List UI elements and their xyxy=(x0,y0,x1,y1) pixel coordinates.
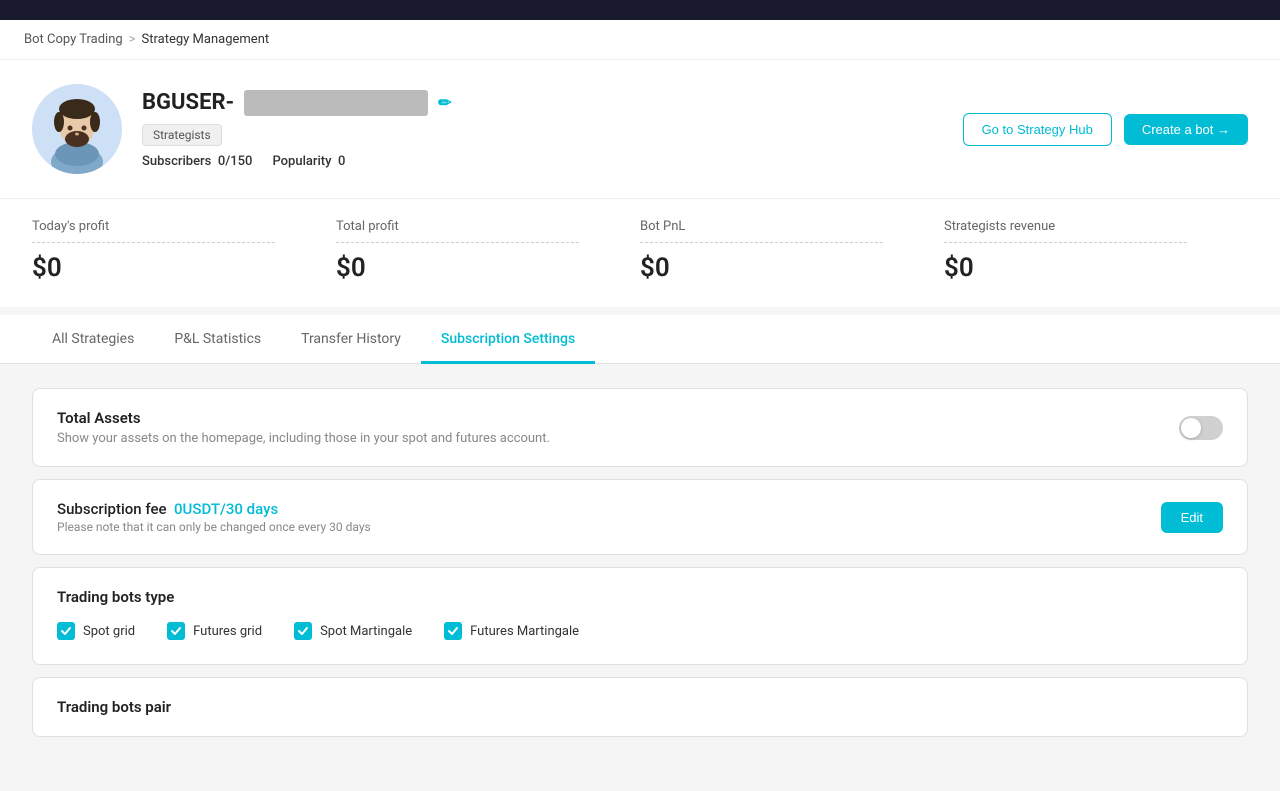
breadcrumb-separator: > xyxy=(129,32,136,47)
total-assets-card: Total Assets Show your assets on the hom… xyxy=(32,388,1248,467)
stat-divider xyxy=(32,242,275,243)
trading-bots-pair-card: Trading bots pair xyxy=(32,677,1248,737)
popularity-label: Popularity xyxy=(272,154,331,169)
stat-bot-pnl-value: $0 xyxy=(640,253,944,283)
checkbox-spot-grid-box xyxy=(57,622,75,640)
total-assets-section: Total Assets Show your assets on the hom… xyxy=(33,389,1247,466)
subscription-fee-card: Subscription fee 0USDT/30 days Please no… xyxy=(32,479,1248,555)
breadcrumb: Bot Copy Trading > Strategy Management xyxy=(0,20,1280,60)
trading-bots-pair-section: Trading bots pair xyxy=(33,678,1247,736)
avatar xyxy=(32,84,122,174)
checkbox-spot-martingale[interactable]: Spot Martingale xyxy=(294,622,412,640)
subscription-fee-section: Subscription fee 0USDT/30 days Please no… xyxy=(33,480,1247,554)
profile-stats: Subscribers 0/150 Popularity 0 xyxy=(142,154,452,169)
subscribers-label: Subscribers xyxy=(142,154,211,169)
tab-all-strategies[interactable]: All Strategies xyxy=(32,315,154,364)
popularity-stat: Popularity 0 xyxy=(272,154,345,169)
subscription-fee-left: Subscription fee 0USDT/30 days Please no… xyxy=(57,500,371,534)
total-assets-toggle[interactable] xyxy=(1179,416,1223,440)
subscription-fee-note: Please note that it can only be changed … xyxy=(57,520,371,534)
total-assets-desc: Show your assets on the homepage, includ… xyxy=(57,431,550,446)
checkbox-futures-martingale-label: Futures Martingale xyxy=(470,624,579,639)
stat-todays-profit: Today's profit $0 xyxy=(32,219,336,283)
tab-transfer-history[interactable]: Transfer History xyxy=(281,315,421,364)
trading-bots-type-title: Trading bots type xyxy=(57,588,1223,606)
stat-total-profit-label: Total profit xyxy=(336,219,640,234)
checkbox-spot-grid-label: Spot grid xyxy=(83,624,135,639)
trading-bots-type-card: Trading bots type Spot grid xyxy=(32,567,1248,665)
stat-strategists-revenue-label: Strategists revenue xyxy=(944,219,1248,234)
checkbox-futures-martingale[interactable]: Futures Martingale xyxy=(444,622,579,640)
stat-total-profit: Total profit $0 xyxy=(336,219,640,283)
edit-subscription-fee-button[interactable]: Edit xyxy=(1161,502,1223,533)
checkbox-futures-grid[interactable]: Futures grid xyxy=(167,622,262,640)
checkboxes-row: Spot grid Futures grid xyxy=(57,606,1223,644)
stat-bot-pnl-label: Bot PnL xyxy=(640,219,944,234)
popularity-value: 0 xyxy=(338,154,345,169)
total-assets-left: Total Assets Show your assets on the hom… xyxy=(57,409,550,446)
tab-pnl-statistics[interactable]: P&L Statistics xyxy=(154,315,281,364)
profile-username: BGUSER- ██████████ ✏ xyxy=(142,90,452,116)
checkbox-futures-grid-label: Futures grid xyxy=(193,624,262,639)
go-to-strategy-hub-button[interactable]: Go to Strategy Hub xyxy=(963,113,1112,146)
stat-todays-profit-value: $0 xyxy=(32,253,336,283)
stat-strategists-revenue: Strategists revenue $0 xyxy=(944,219,1248,283)
checkbox-spot-martingale-label: Spot Martingale xyxy=(320,624,412,639)
tabs-bar: All Strategies P&L Statistics Transfer H… xyxy=(0,315,1280,364)
profile-section: BGUSER- ██████████ ✏ Strategists Subscrib… xyxy=(0,60,1280,199)
checkbox-futures-martingale-box xyxy=(444,622,462,640)
username-prefix: BGUSER- xyxy=(142,90,234,115)
profile-actions: Go to Strategy Hub Create a bot → xyxy=(963,113,1248,146)
create-bot-button[interactable]: Create a bot → xyxy=(1124,114,1248,145)
profile-left: BGUSER- ██████████ ✏ Strategists Subscrib… xyxy=(32,84,452,174)
subscription-fee-title: Subscription fee 0USDT/30 days xyxy=(57,500,371,518)
strategists-badge: Strategists xyxy=(142,124,222,146)
checkbox-futures-grid-box xyxy=(167,622,185,640)
stat-strategists-revenue-value: $0 xyxy=(944,253,1248,283)
edit-icon[interactable]: ✏ xyxy=(438,93,451,112)
total-assets-title: Total Assets xyxy=(57,409,550,427)
content-area: Total Assets Show your assets on the hom… xyxy=(0,364,1280,773)
breadcrumb-current: Strategy Management xyxy=(142,32,270,47)
stat-divider xyxy=(944,242,1187,243)
stat-total-profit-value: $0 xyxy=(336,253,640,283)
subscribers-stat: Subscribers 0/150 xyxy=(142,154,252,169)
stat-todays-profit-label: Today's profit xyxy=(32,219,336,234)
checkbox-spot-grid[interactable]: Spot grid xyxy=(57,622,135,640)
trading-bots-pair-title: Trading bots pair xyxy=(57,698,1223,716)
trading-bots-type-section: Trading bots type Spot grid xyxy=(33,568,1247,664)
badge-container: Strategists xyxy=(142,124,452,146)
subscription-fee-label: Subscription fee xyxy=(57,500,167,518)
breadcrumb-link[interactable]: Bot Copy Trading xyxy=(24,32,123,47)
subscription-fee-value: 0USDT/30 days xyxy=(174,500,278,518)
subscribers-max: /150 xyxy=(225,154,252,169)
stat-bot-pnl: Bot PnL $0 xyxy=(640,219,944,283)
checkbox-spot-martingale-box xyxy=(294,622,312,640)
profile-info: BGUSER- ██████████ ✏ Strategists Subscrib… xyxy=(142,90,452,169)
top-bar xyxy=(0,0,1280,20)
stat-divider xyxy=(640,242,883,243)
tab-subscription-settings[interactable]: Subscription Settings xyxy=(421,315,595,364)
stats-row: Today's profit $0 Total profit $0 Bot Pn… xyxy=(0,199,1280,315)
username-masked: ██████████ xyxy=(244,90,428,116)
stat-divider xyxy=(336,242,579,243)
